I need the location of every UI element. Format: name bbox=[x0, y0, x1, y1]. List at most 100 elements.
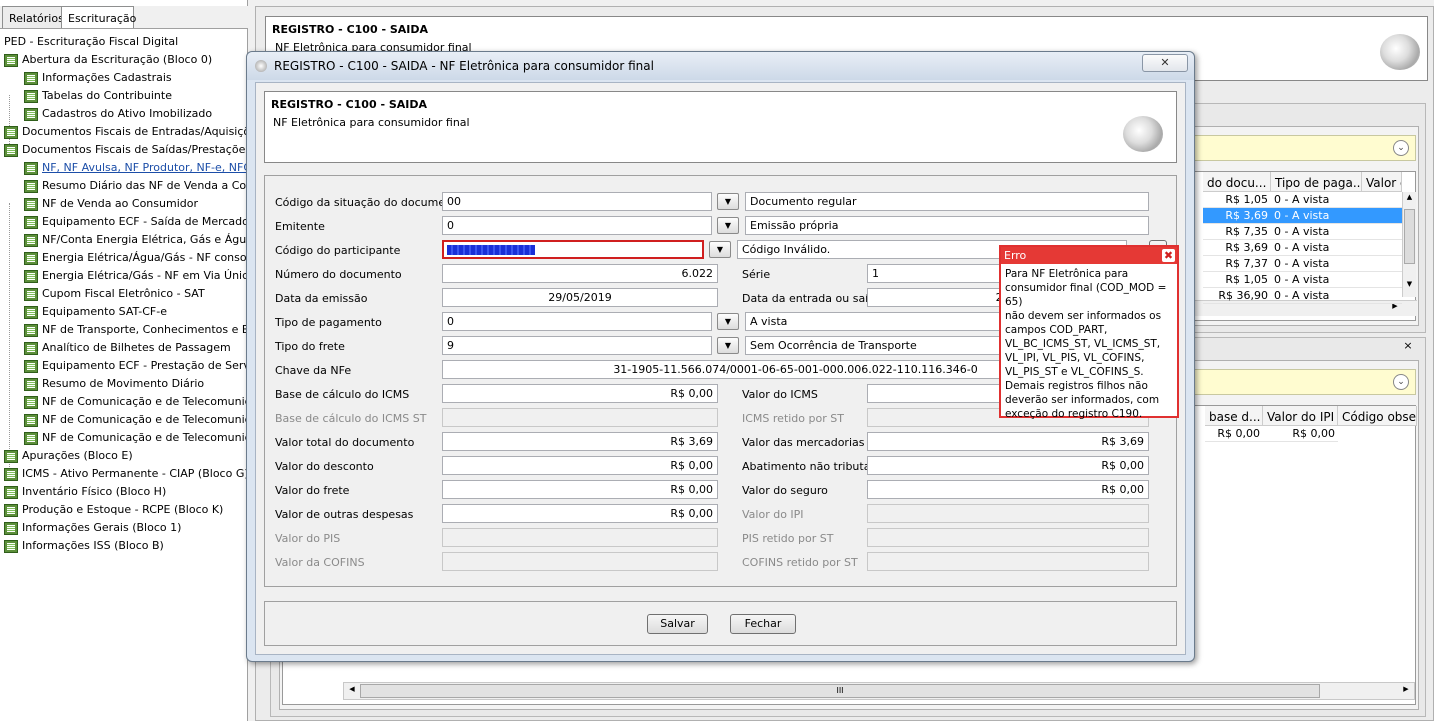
label-vl-seg: Valor do seguro bbox=[742, 484, 828, 497]
tree-item[interactable]: Informações Gerais (Bloco 1) bbox=[4, 519, 181, 537]
tab-escrituracao[interactable]: Escrituração bbox=[61, 6, 136, 29]
grid-1-cell[interactable] bbox=[1362, 240, 1402, 256]
grid-1-cell[interactable]: 0 - A vista bbox=[1271, 192, 1362, 208]
grid-1-cell[interactable]: 0 - A vista bbox=[1271, 224, 1362, 240]
grid-1-cell[interactable] bbox=[1362, 288, 1402, 304]
dialog-titlebar[interactable]: REGISTRO - C100 - SAIDA - NF Eletrônica … bbox=[247, 52, 1194, 80]
tipo-pag-dropdown-button[interactable]: ▼ bbox=[717, 313, 739, 330]
tree-item[interactable]: Equipamento ECF - Prestação de Serviços bbox=[24, 357, 247, 375]
grid-1-cell[interactable]: R$ 1,05 bbox=[1203, 192, 1271, 208]
grid-1-cell[interactable]: R$ 7,35 bbox=[1203, 224, 1271, 240]
tree-item[interactable]: Resumo de Movimento Diário bbox=[24, 375, 204, 393]
tree-view[interactable]: PED - Escrituração Fiscal Digital Abertur… bbox=[0, 28, 247, 721]
hscroll-thumb[interactable]: III bbox=[360, 684, 1320, 698]
tree-item[interactable]: Energia Elétrica/Gás - NF em Via Única (… bbox=[24, 267, 247, 285]
num-doc-input[interactable]: 6.022 bbox=[442, 264, 718, 283]
close-button[interactable]: Fechar bbox=[730, 614, 796, 634]
grid-1-cell[interactable] bbox=[1362, 256, 1402, 272]
grid-1-cell[interactable]: R$ 3,69 bbox=[1203, 240, 1271, 256]
tree-item[interactable]: Cadastros do Ativo Imobilizado bbox=[24, 105, 212, 123]
tree-item[interactable]: Equipamento ECF - Saída de Mercadorias bbox=[24, 213, 247, 231]
tree-item[interactable]: NF de Venda ao Consumidor bbox=[24, 195, 198, 213]
grid-1-cell[interactable]: 0 - A vista bbox=[1271, 208, 1362, 224]
tipo-frete-dropdown-button[interactable]: ▼ bbox=[717, 337, 739, 354]
grid-1-header[interactable]: Tipo de paga... bbox=[1271, 172, 1362, 192]
tree-root[interactable]: PED - Escrituração Fiscal Digital bbox=[4, 33, 178, 51]
cod-sit-dropdown-button[interactable]: ▼ bbox=[717, 193, 739, 210]
tree-item[interactable]: Inventário Físico (Bloco H) bbox=[4, 483, 166, 501]
grid-2-header[interactable]: Código observ bbox=[1338, 406, 1417, 426]
grid-1-cell[interactable]: 0 - A vista bbox=[1271, 288, 1362, 304]
vl-out-input[interactable]: R$ 0,00 bbox=[442, 504, 718, 523]
tree-item[interactable]: Documentos Fiscais de Saídas/Prestações … bbox=[4, 141, 247, 159]
grid-1-cell[interactable]: R$ 3,69 bbox=[1203, 208, 1271, 224]
tree-item[interactable]: Cupom Fiscal Eletrônico - SAT bbox=[24, 285, 205, 303]
vl-doc-input[interactable]: R$ 3,69 bbox=[442, 432, 718, 451]
grid-1-cell[interactable] bbox=[1362, 224, 1402, 240]
tree-item[interactable]: Produção e Estoque - RCPE (Bloco K) bbox=[4, 501, 223, 519]
tipo-frete-input[interactable]: 9 bbox=[442, 336, 712, 355]
cod-sit-input[interactable]: 00 bbox=[442, 192, 712, 211]
tree-item[interactable]: NF de Comunicação e de Telecomunicaçã bbox=[24, 429, 247, 447]
grid-1-cell[interactable]: 0 - A vista bbox=[1271, 272, 1362, 288]
vl-merc-input[interactable]: R$ 3,69 bbox=[867, 432, 1149, 451]
tree-item[interactable]: NF de Comunicação e de Telecomunicaçã bbox=[24, 393, 247, 411]
tree-item[interactable]: Informações Cadastrais bbox=[24, 69, 172, 87]
grid-2-cell[interactable]: R$ 0,00 bbox=[1205, 426, 1263, 442]
tree-item[interactable]: Apurações (Bloco E) bbox=[4, 447, 133, 465]
vl-desc-input[interactable]: R$ 0,00 bbox=[442, 456, 718, 475]
vl-seg-input[interactable]: R$ 0,00 bbox=[867, 480, 1149, 499]
tree-item[interactable]: NF de Transporte, Conhecimentos e BP-e bbox=[24, 321, 247, 339]
grid-1-cell[interactable]: 0 - A vista bbox=[1271, 256, 1362, 272]
vl-abat-input[interactable]: R$ 0,00 bbox=[867, 456, 1149, 475]
scroll-thumb[interactable] bbox=[1404, 209, 1415, 264]
participante-input[interactable] bbox=[442, 240, 704, 259]
chevron-down-icon[interactable]: ⌄ bbox=[1393, 140, 1409, 156]
grid-2-header[interactable]: Valor do IPI bbox=[1263, 406, 1338, 426]
tree-item[interactable]: NF de Comunicação e de Telecomunicaçã bbox=[24, 411, 247, 429]
grid-1-cell[interactable] bbox=[1362, 192, 1402, 208]
grid-1-cell[interactable] bbox=[1362, 208, 1402, 224]
participante-dropdown-button[interactable]: ▼ bbox=[709, 241, 731, 258]
close-icon[interactable]: × bbox=[1401, 339, 1415, 353]
tree-item[interactable]: Analítico de Bilhetes de Passagem bbox=[24, 339, 231, 357]
scroll-left-icon[interactable]: ◀ bbox=[346, 685, 358, 697]
grid-1-header[interactable]: do docu... bbox=[1203, 172, 1271, 192]
scroll-down-icon[interactable]: ▼ bbox=[1404, 280, 1415, 294]
grid-2-hscroll[interactable]: ◀ III ▶ bbox=[343, 682, 1415, 700]
grid-1-cell[interactable]: R$ 36,90 bbox=[1203, 288, 1271, 304]
tree-item[interactable]: Equipamento SAT-CF-e bbox=[24, 303, 167, 321]
tree-item[interactable]: NF, NF Avulsa, NF Produtor, NF-e, NFC-e bbox=[24, 159, 247, 177]
grid-1-cell[interactable]: R$ 1,05 bbox=[1203, 272, 1271, 288]
chevron-down-icon[interactable]: ⌄ bbox=[1393, 374, 1409, 390]
emitente-input[interactable]: 0 bbox=[442, 216, 712, 235]
tree-item[interactable]: Energia Elétrica/Água/Gás - NF consolida… bbox=[24, 249, 247, 267]
grid-1-cell[interactable]: 0 - A vista bbox=[1271, 240, 1362, 256]
emitente-dropdown-button[interactable]: ▼ bbox=[717, 217, 739, 234]
window-close-button[interactable]: ✕ bbox=[1142, 54, 1188, 72]
tree-item[interactable]: Tabelas do Contribuinte bbox=[24, 87, 172, 105]
tipo-pag-input[interactable]: 0 bbox=[442, 312, 712, 331]
grid-1-cell[interactable]: R$ 7,37 bbox=[1203, 256, 1271, 272]
tree-item[interactable]: Abertura da Escrituração (Bloco 0) bbox=[4, 51, 212, 69]
table-icon bbox=[24, 215, 38, 229]
tree-item[interactable]: Resumo Diário das NF de Venda a Consu bbox=[24, 177, 247, 195]
dt-emissao-input[interactable]: 29/05/2019 bbox=[442, 288, 718, 307]
tab-relatorios[interactable]: Relatórios bbox=[2, 6, 64, 28]
tree-item[interactable]: ICMS - Ativo Permanente - CIAP (Bloco G) bbox=[4, 465, 247, 483]
scroll-right-icon[interactable]: ▶ bbox=[1400, 685, 1412, 697]
bc-icms-input[interactable]: R$ 0,00 bbox=[442, 384, 718, 403]
vl-frete-input[interactable]: R$ 0,00 bbox=[442, 480, 718, 499]
emitente-desc: Emissão própria bbox=[745, 216, 1149, 235]
tree-item[interactable]: Informações ISS (Bloco B) bbox=[4, 537, 164, 555]
grid-2-cell[interactable]: R$ 0,00 bbox=[1263, 426, 1338, 442]
scroll-up-icon[interactable]: ▲ bbox=[1404, 193, 1415, 207]
tree-item[interactable]: Documentos Fiscais de Entradas/Aquisiçõe… bbox=[4, 123, 247, 141]
save-button[interactable]: Salvar bbox=[647, 614, 708, 634]
grid-2-header[interactable]: base d... bbox=[1205, 406, 1263, 426]
grid-1-header[interactable]: Valor d bbox=[1362, 172, 1402, 192]
close-icon[interactable]: ✖ bbox=[1162, 249, 1175, 262]
grid-1-vscroll[interactable]: ▲ ▼ bbox=[1402, 192, 1416, 297]
tree-item[interactable]: NF/Conta Energia Elétrica, Gás e Água bbox=[24, 231, 247, 249]
grid-1-cell[interactable] bbox=[1362, 272, 1402, 288]
